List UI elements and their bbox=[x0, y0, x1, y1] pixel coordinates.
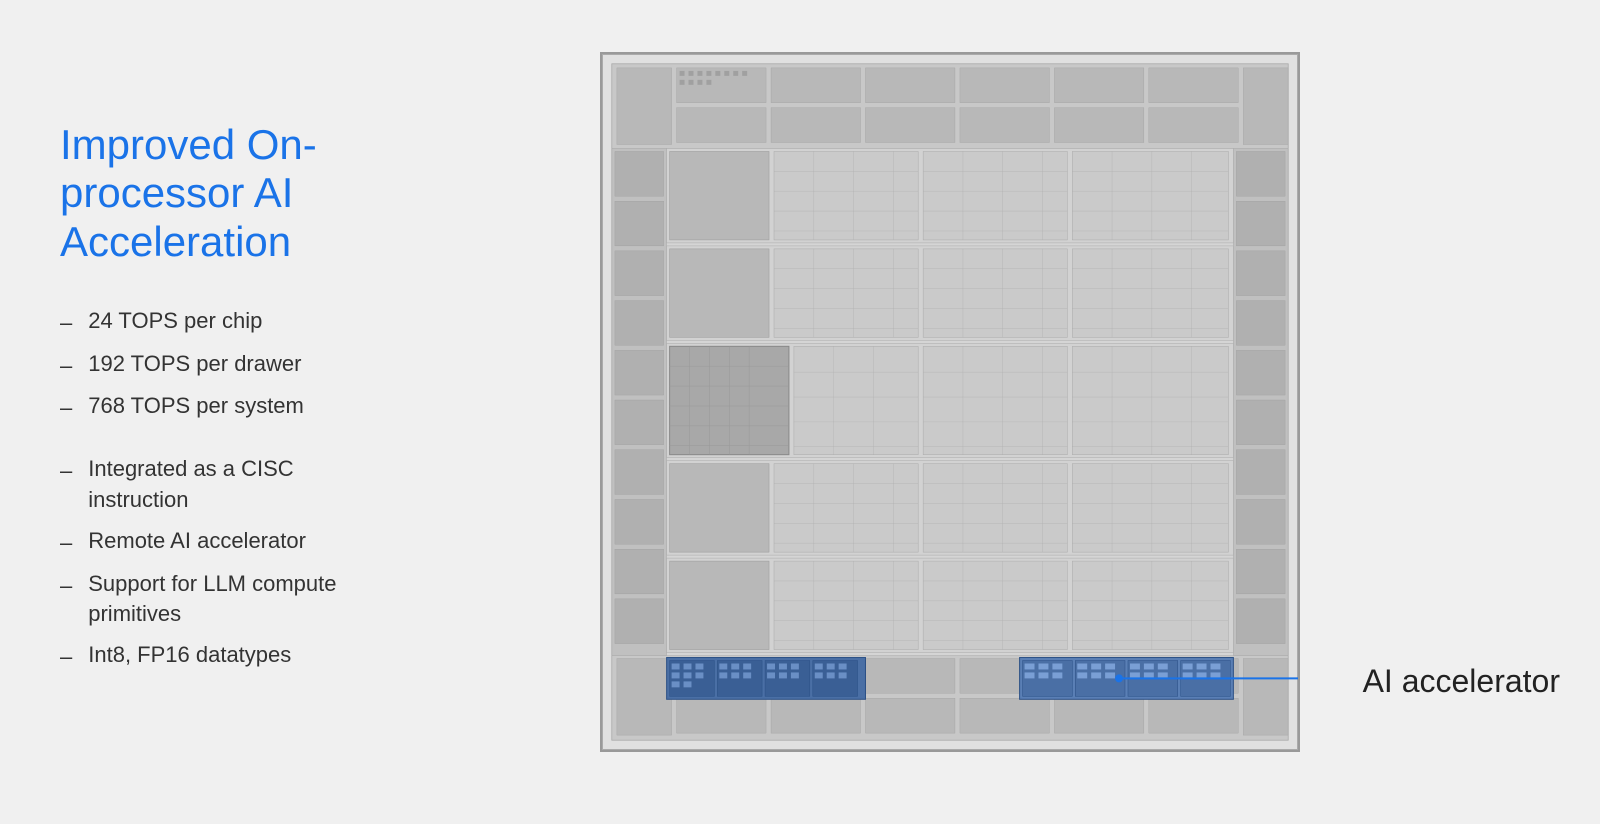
bullet-dash: – bbox=[60, 528, 72, 559]
left-panel: Improved On-processor AI Acceleration – … bbox=[60, 121, 380, 703]
list-item: – Integrated as a CISC instruction bbox=[60, 454, 360, 516]
bullet-text: 24 TOPS per chip bbox=[88, 306, 262, 337]
page-title: Improved On-processor AI Acceleration bbox=[60, 121, 360, 266]
list-item: – 24 TOPS per chip bbox=[60, 306, 360, 339]
page-container: Improved On-processor AI Acceleration – … bbox=[0, 0, 1600, 824]
list-item: – 192 TOPS per drawer bbox=[60, 349, 360, 382]
bullet-text: 192 TOPS per drawer bbox=[88, 349, 301, 380]
bullet-group-2: – Integrated as a CISC instruction – Rem… bbox=[60, 454, 360, 673]
list-item: – 768 TOPS per system bbox=[60, 391, 360, 424]
list-item: – Int8, FP16 datatypes bbox=[60, 640, 360, 673]
annotation-label: AI accelerator bbox=[1363, 663, 1560, 700]
bullet-dash: – bbox=[60, 393, 72, 424]
bullet-text: Integrated as a CISC instruction bbox=[88, 454, 360, 516]
bullet-text: Remote AI accelerator bbox=[88, 526, 306, 557]
list-item: – Remote AI accelerator bbox=[60, 526, 360, 559]
right-panel: AI accelerator bbox=[380, 40, 1540, 784]
bullet-text: Int8, FP16 datatypes bbox=[88, 640, 291, 671]
bullet-dash: – bbox=[60, 642, 72, 673]
annotation-container: AI accelerator bbox=[1363, 663, 1560, 700]
bullet-text: Support for LLM compute primitives bbox=[88, 569, 360, 631]
chip-diagram bbox=[600, 52, 1300, 752]
bullet-dash: – bbox=[60, 456, 72, 487]
bullet-dash: – bbox=[60, 351, 72, 382]
bullet-dash: – bbox=[60, 571, 72, 602]
bullet-text: 768 TOPS per system bbox=[88, 391, 304, 422]
list-item: – Support for LLM compute primitives bbox=[60, 569, 360, 631]
chip-diagram-container: AI accelerator bbox=[600, 52, 1320, 772]
bullet-group-1: – 24 TOPS per chip – 192 TOPS per drawer… bbox=[60, 306, 360, 424]
bullet-dash: – bbox=[60, 308, 72, 339]
